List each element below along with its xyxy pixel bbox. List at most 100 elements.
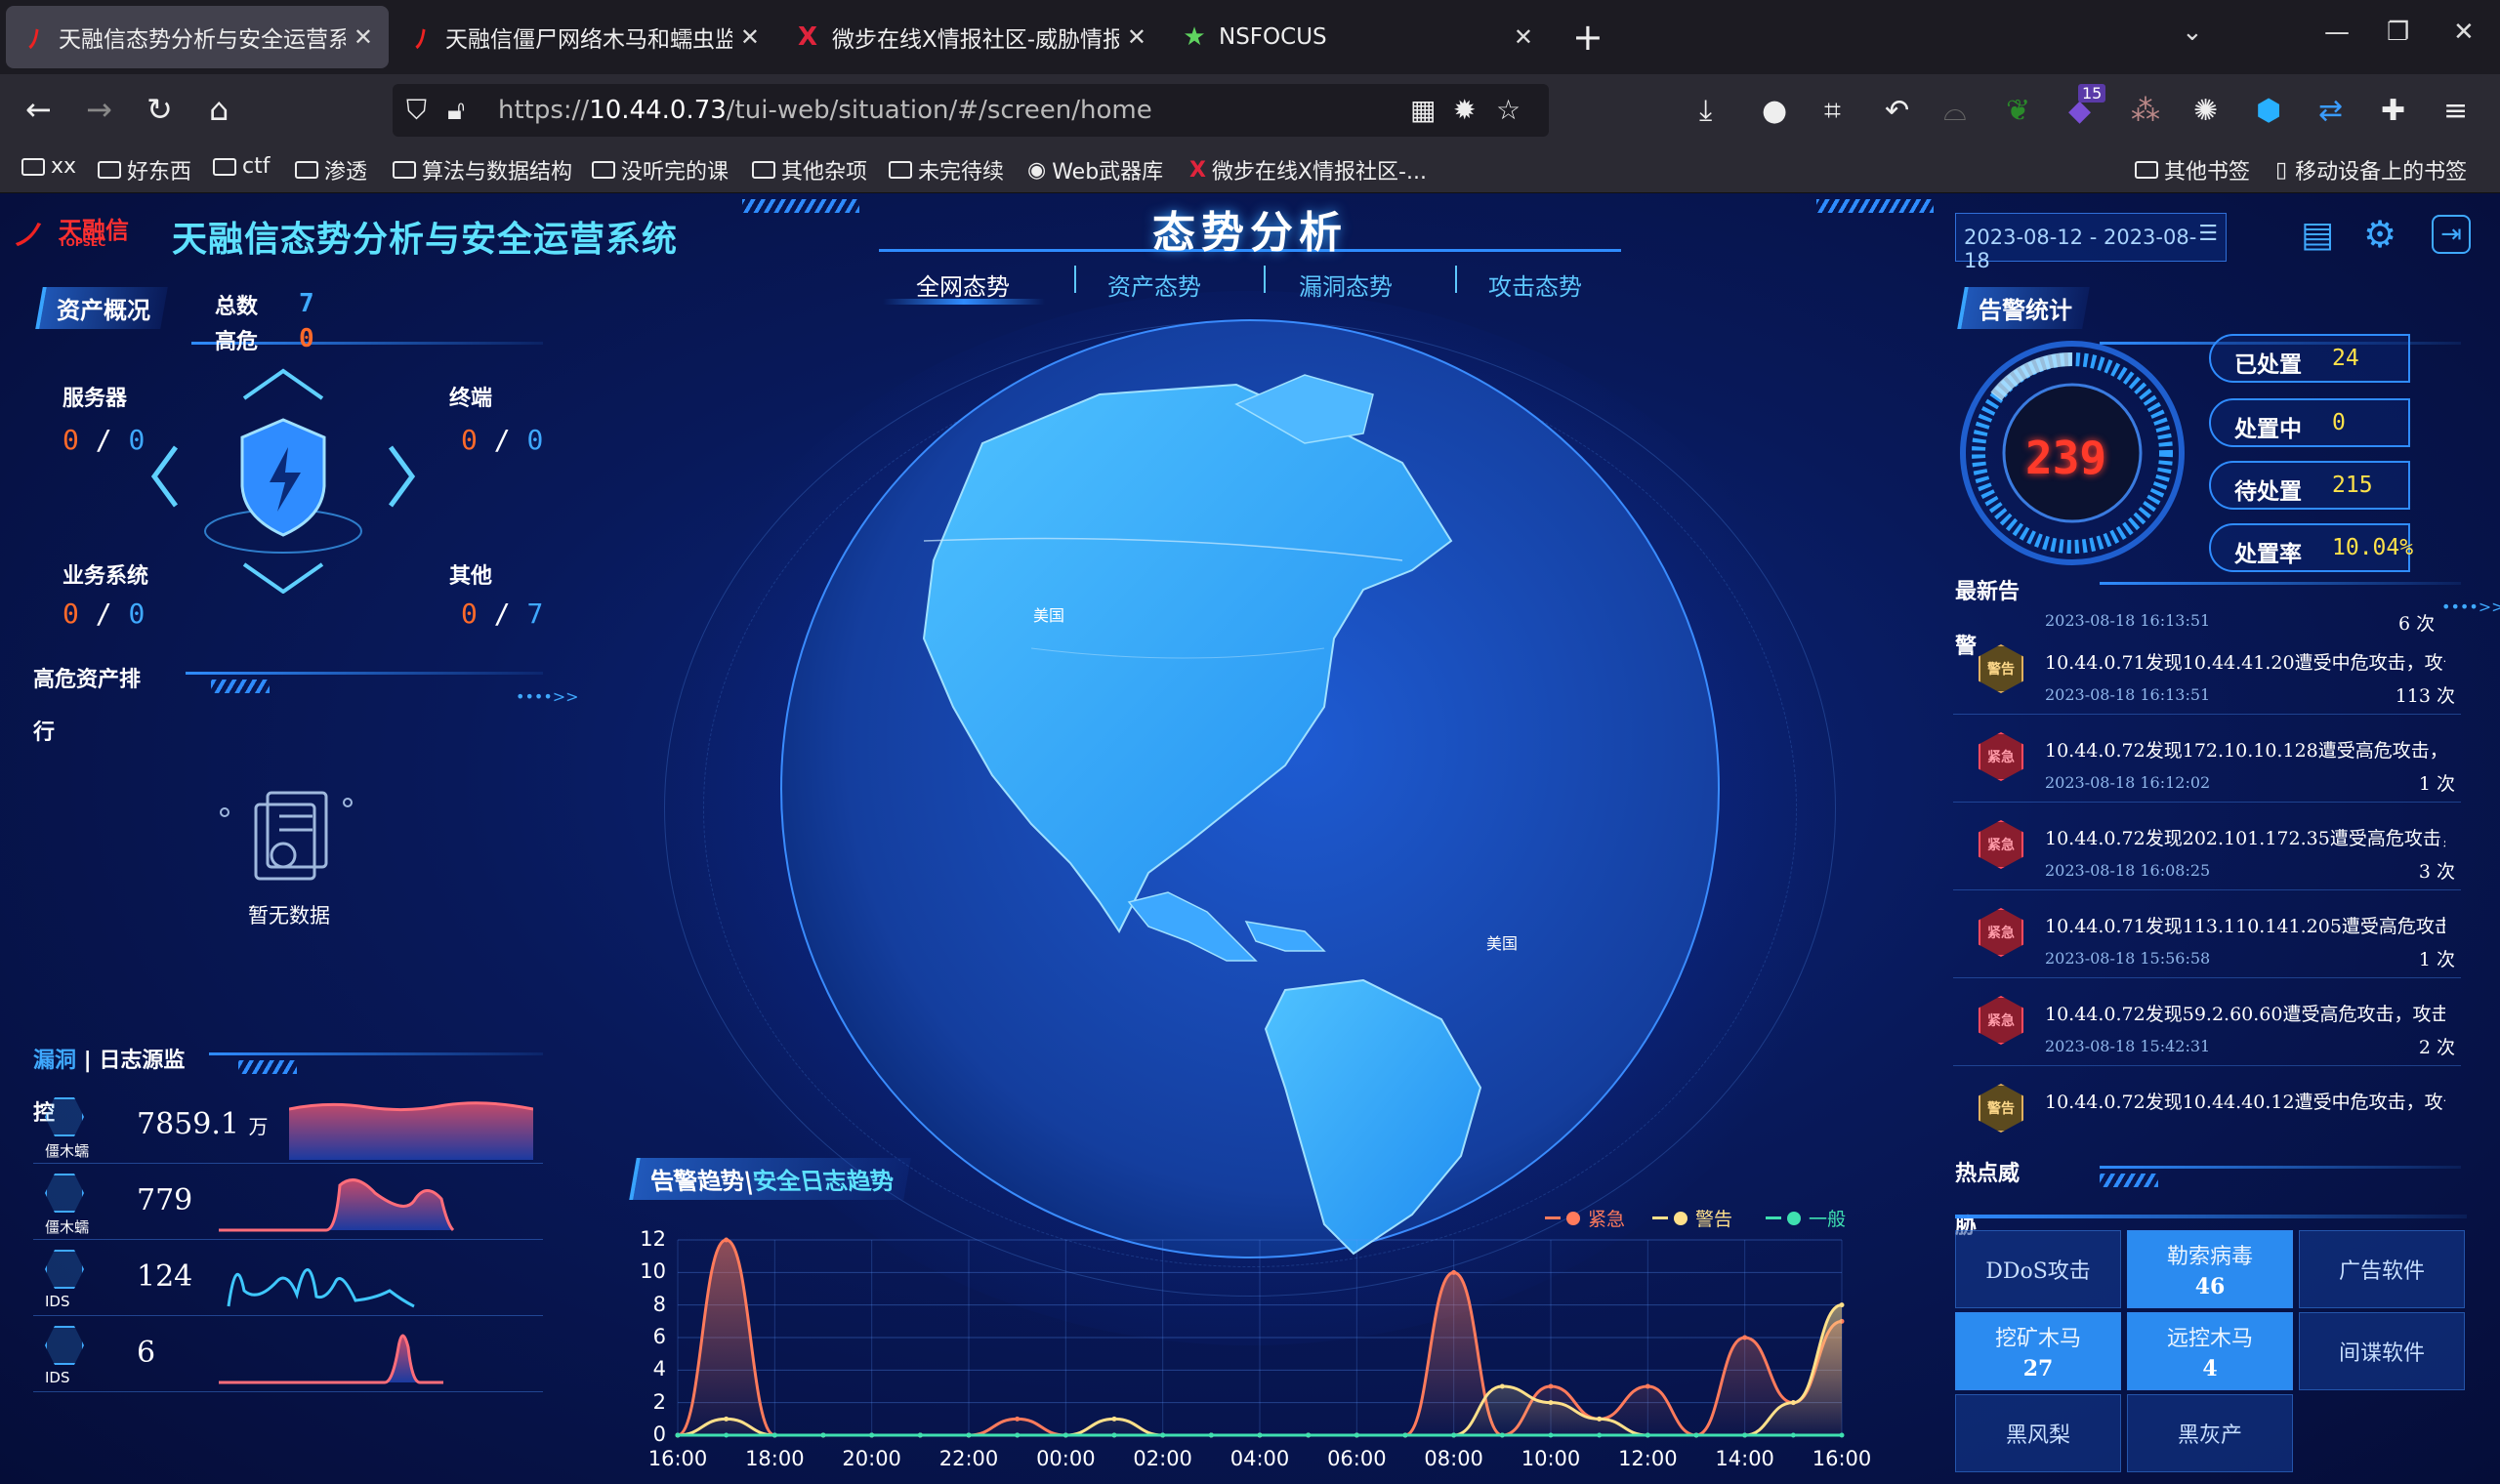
data-point[interactable] xyxy=(820,1432,826,1438)
cube-extension-icon[interactable]: ⬢ xyxy=(2256,94,2281,128)
close-tab-icon[interactable]: ✕ xyxy=(1514,23,1533,51)
data-point[interactable] xyxy=(1257,1432,1263,1438)
bookmark-folder[interactable]: ctf xyxy=(213,154,270,179)
log-source-row[interactable]: 僵木蠕 779 xyxy=(33,1166,543,1240)
data-point[interactable] xyxy=(869,1432,875,1438)
browser-tab-4[interactable]: ★ NSFOCUS ✕ xyxy=(1166,6,1549,68)
threat-blackwind[interactable]: 黑风梨 xyxy=(1955,1394,2121,1472)
data-point[interactable] xyxy=(1451,1432,1457,1438)
data-point[interactable] xyxy=(724,1416,729,1422)
data-point[interactable] xyxy=(724,1432,729,1438)
globe-map[interactable]: 美国 美国 xyxy=(777,316,1723,1261)
threat-adware[interactable]: 广告软件 xyxy=(2299,1230,2465,1308)
forward-icon[interactable]: → xyxy=(86,92,112,127)
qr-code-icon[interactable]: ▦ xyxy=(1410,94,1436,126)
data-point[interactable] xyxy=(1015,1416,1021,1422)
window-close-icon[interactable]: ✕ xyxy=(2453,18,2475,47)
alert-trend-chart[interactable] xyxy=(674,1228,1846,1443)
data-point[interactable] xyxy=(1645,1432,1650,1438)
lock-icon[interactable]: 🔓︎ xyxy=(447,94,465,127)
browser-tab-1[interactable]: ﾉ 天融信态势分析与安全运营系统 ✕ xyxy=(6,6,389,68)
alert-row[interactable]: 警告 10.44.0.72发现10.44.40.12遭受中危攻击，攻击... xyxy=(1953,1066,2461,1154)
data-point[interactable] xyxy=(1645,1383,1650,1389)
tab-attacks[interactable]: 攻击态势 xyxy=(1488,268,1582,302)
legend-warning[interactable]: 警告 xyxy=(1652,1205,1732,1231)
data-point[interactable] xyxy=(1306,1432,1312,1438)
data-point[interactable] xyxy=(1062,1432,1068,1438)
tab-global[interactable]: 全网态势 xyxy=(916,268,1010,302)
threat-ddos[interactable]: DDoS攻击 xyxy=(1955,1230,2121,1308)
date-range-picker[interactable]: 2023-08-12 - 2023-08-18 ☰ xyxy=(1955,213,2227,272)
log-source-row[interactable]: IDS 124 xyxy=(33,1242,543,1316)
data-point[interactable] xyxy=(1742,1335,1748,1340)
more-link[interactable]: ••••>> xyxy=(516,687,579,706)
palette-icon[interactable]: ✺ xyxy=(2193,94,2218,128)
home-icon[interactable]: ⌂ xyxy=(209,92,229,127)
alert-row[interactable]: 紧急 10.44.0.71发现113.110.141.205遭受高危攻击，...… xyxy=(1953,890,2461,978)
threat-miner[interactable]: 挖矿木马 27 xyxy=(1955,1312,2121,1390)
close-tab-icon[interactable]: ✕ xyxy=(740,23,760,51)
data-point[interactable] xyxy=(1693,1432,1699,1438)
data-point[interactable] xyxy=(1499,1383,1505,1389)
data-point[interactable] xyxy=(1790,1432,1796,1438)
data-point[interactable] xyxy=(1548,1400,1554,1406)
alert-row[interactable]: 紧急 10.44.0.72发现59.2.60.60遭受高危攻击，攻击... 20… xyxy=(1953,978,2461,1066)
more-link[interactable]: ••••>> xyxy=(2441,598,2500,616)
log-source-row[interactable]: IDS 6 xyxy=(33,1318,543,1392)
bug-icon[interactable]: ✹ xyxy=(1453,94,1476,126)
extensions-icon[interactable]: ✚ xyxy=(2381,94,2405,128)
data-point[interactable] xyxy=(1742,1432,1748,1438)
legend-normal[interactable]: 一般 xyxy=(1766,1205,1846,1231)
data-point[interactable] xyxy=(1208,1432,1214,1438)
back-icon[interactable]: ← xyxy=(25,92,52,127)
cookie-extension-icon[interactable]: ⁂ xyxy=(2131,94,2160,128)
tab-list-chevron-icon[interactable]: ⌄ xyxy=(2182,18,2203,47)
tab-assets[interactable]: 资产态势 xyxy=(1107,268,1201,302)
alert-row[interactable]: 紧急 10.44.0.72发现172.10.10.128遭受高危攻击，攻... … xyxy=(1953,715,2461,803)
data-point[interactable] xyxy=(1111,1416,1117,1422)
threat-rat[interactable]: 远控木马 4 xyxy=(2127,1312,2293,1390)
bookmark-folder[interactable]: 算法与数据结构 xyxy=(393,154,572,186)
switch-extension-icon[interactable]: ⇄ xyxy=(2318,94,2343,128)
leaf-extension-icon[interactable]: ❦ xyxy=(2006,94,2030,128)
data-point[interactable] xyxy=(1839,1302,1845,1308)
data-point[interactable] xyxy=(1402,1432,1408,1438)
tab-vulnerabilities[interactable]: 漏洞态势 xyxy=(1299,268,1393,302)
data-point[interactable] xyxy=(1597,1432,1603,1438)
bookmark-folder[interactable]: 没听完的课 xyxy=(592,154,729,186)
logout-icon[interactable]: ⇥ xyxy=(2432,215,2471,254)
threat-ransomware[interactable]: 勒索病毒 46 xyxy=(2127,1230,2293,1308)
undo-icon[interactable]: ↶ xyxy=(1885,94,1909,128)
bookmark-mobile[interactable]: ▯ 移动设备上的书签 xyxy=(2275,154,2467,186)
download-icon[interactable]: ⤓ xyxy=(1699,94,1712,128)
bookmark-folder[interactable]: 未完待续 xyxy=(889,154,1004,186)
data-point[interactable] xyxy=(1451,1269,1457,1275)
bookmark-link[interactable]: X 微步在线X情报社区-... xyxy=(1189,154,1427,186)
legend-urgent[interactable]: 紧急 xyxy=(1545,1205,1625,1231)
data-point[interactable] xyxy=(1015,1432,1021,1438)
data-point[interactable] xyxy=(771,1432,777,1438)
browser-tab-2[interactable]: ﾉ 天融信僵尸网络木马和蠕虫监测 ✕ xyxy=(393,6,775,68)
bookmark-folder[interactable]: xx xyxy=(21,154,76,179)
report-icon[interactable]: ▤ xyxy=(2301,215,2334,255)
data-point[interactable] xyxy=(724,1237,729,1243)
bookmark-folder[interactable]: 其他书签 xyxy=(2135,154,2250,186)
close-tab-icon[interactable]: ✕ xyxy=(1127,23,1146,51)
data-point[interactable] xyxy=(1790,1400,1796,1406)
restore-icon[interactable]: ❐ xyxy=(2387,18,2409,47)
log-source-row[interactable]: 僵木蠕 7859.1 万 xyxy=(33,1090,543,1164)
data-point[interactable] xyxy=(1111,1432,1117,1438)
threat-spyware[interactable]: 间谍软件 xyxy=(2299,1312,2465,1390)
settings-gear-icon[interactable]: ⚙ xyxy=(2363,213,2396,256)
data-point[interactable] xyxy=(1548,1383,1554,1389)
account-icon[interactable]: ● xyxy=(1762,94,1787,128)
reload-icon[interactable]: ↻ xyxy=(146,92,173,127)
bookmark-link[interactable]: ◉ Web武器库 xyxy=(1027,154,1163,186)
data-point[interactable] xyxy=(1160,1432,1166,1438)
data-point[interactable] xyxy=(966,1432,972,1438)
shield-icon[interactable]: ⛉ xyxy=(406,94,427,127)
alert-row[interactable]: 警告 10.44.0.71发现10.44.41.20遭受中危攻击，攻击... 2… xyxy=(1953,627,2461,715)
hat-extension-icon[interactable]: ⌓ xyxy=(1943,94,1967,128)
browser-tab-3[interactable]: X 微步在线X情报社区-威胁情报查 ✕ xyxy=(779,6,1162,68)
bookmark-folder[interactable]: 其他杂项 xyxy=(752,154,867,186)
